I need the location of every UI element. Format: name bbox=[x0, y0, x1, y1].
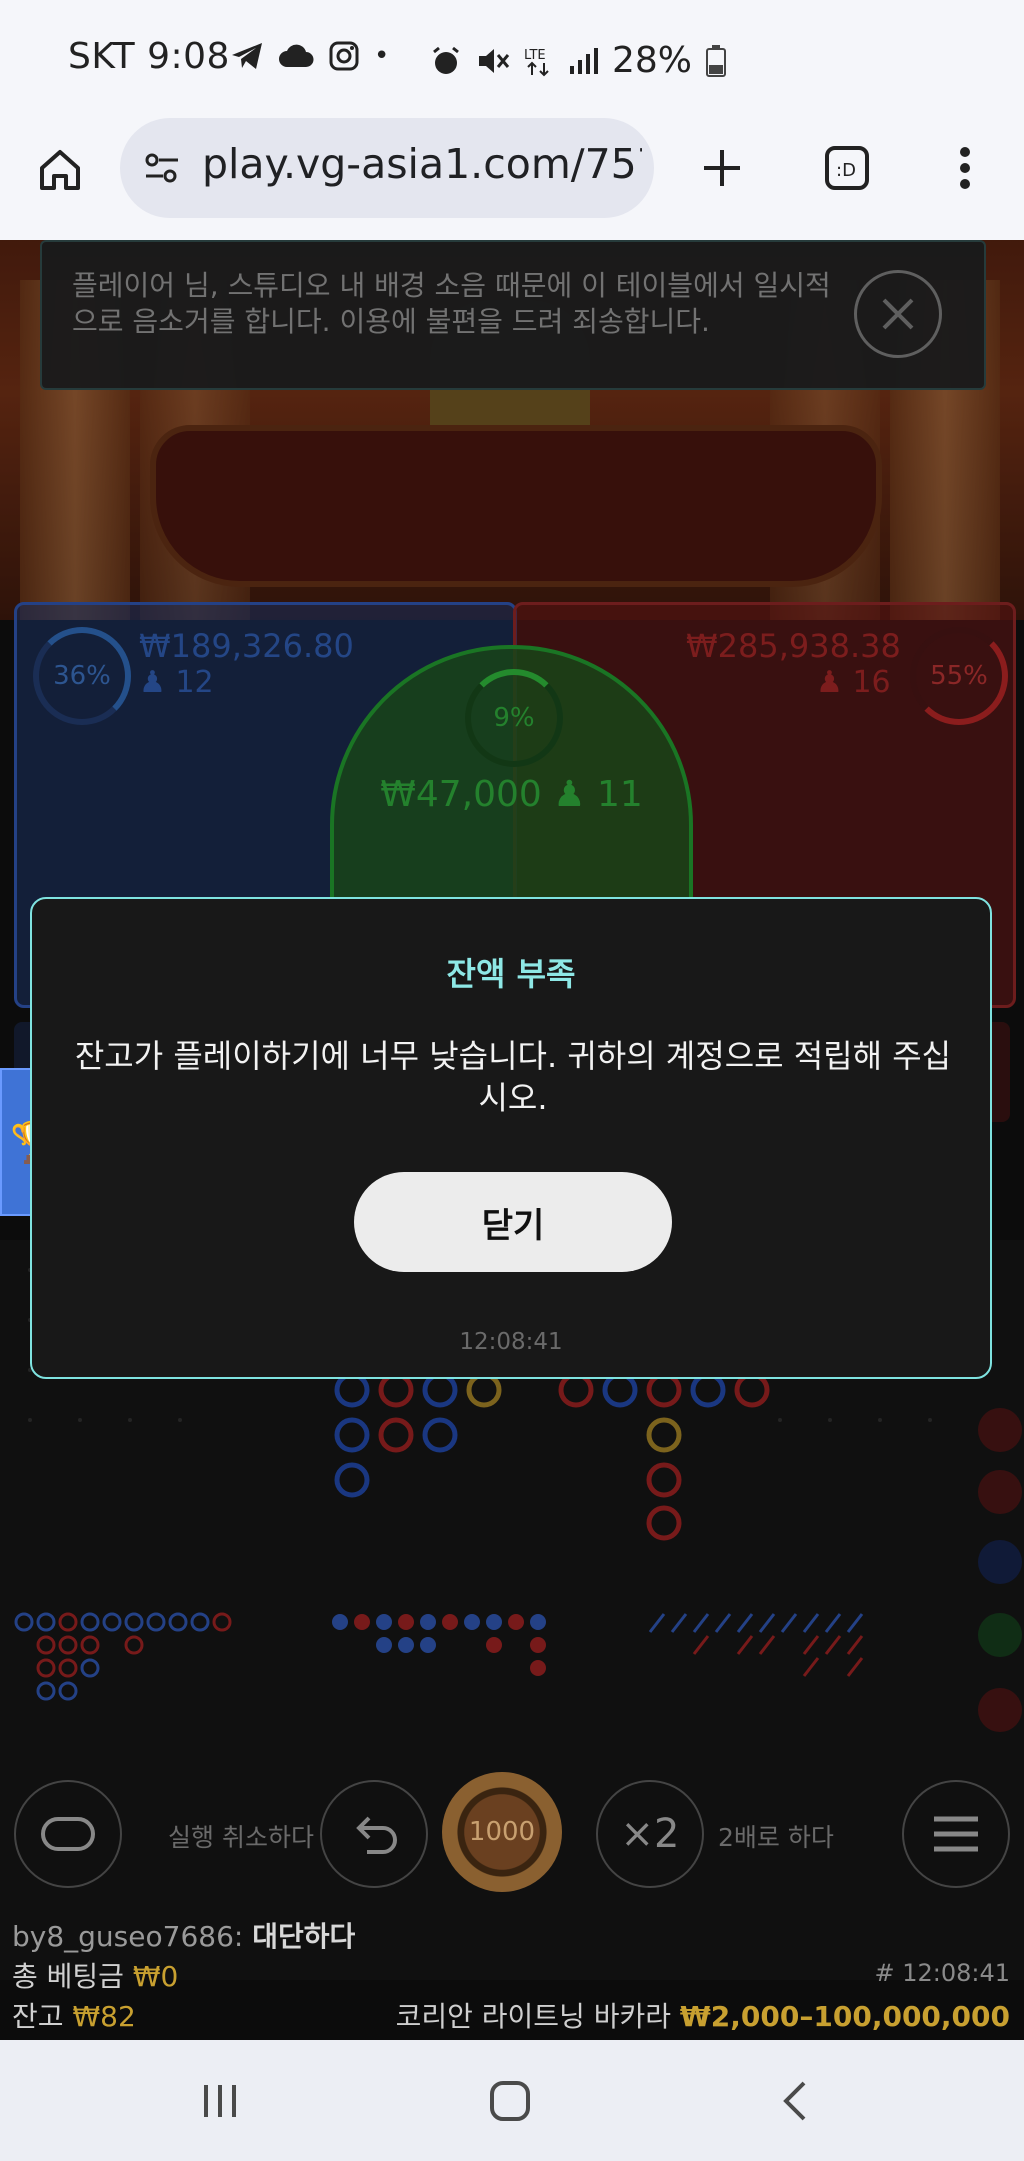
address-bar[interactable]: play.vg-asia1.com/757 bbox=[120, 118, 654, 218]
total-bet-value: ₩0 bbox=[132, 1960, 179, 1993]
more-menu-icon[interactable] bbox=[935, 136, 995, 200]
close-button[interactable]: 닫기 bbox=[354, 1172, 672, 1272]
site-settings-icon bbox=[145, 153, 178, 183]
dot-icon: • bbox=[374, 41, 390, 71]
insufficient-balance-dialog: 잔액 부족 잔고가 플레이하기에 너무 낮습니다. 귀하의 계정으로 적립해 주… bbox=[30, 897, 992, 1379]
tab-switcher-icon[interactable]: :D bbox=[815, 136, 879, 200]
chat-message: 대단하다 bbox=[252, 1920, 356, 1953]
browser-toolbar: play.vg-asia1.com/757 :D bbox=[0, 118, 1024, 241]
balance: 잔고 ₩82 bbox=[12, 1995, 136, 2035]
dialog-title: 잔액 부족 bbox=[446, 955, 576, 993]
chip-selector[interactable]: 1000 bbox=[442, 1772, 562, 1892]
recent-apps-icon[interactable] bbox=[180, 2040, 260, 2161]
round-id: # 12:08:41 bbox=[874, 1959, 1010, 1987]
home-icon[interactable] bbox=[28, 138, 92, 202]
cloud-icon bbox=[279, 44, 314, 67]
game-footer: by8_guseo7686: 대단하다 총 베팅금 ₩0 # 12:08:41 … bbox=[0, 1905, 1024, 2040]
alarm-icon bbox=[433, 46, 459, 74]
svg-text::D: :D bbox=[836, 160, 856, 181]
undo-icon[interactable] bbox=[320, 1780, 428, 1888]
system-icons: LTE 28% bbox=[430, 40, 727, 81]
lte-icon: LTE bbox=[524, 48, 549, 76]
signal-icon bbox=[570, 47, 598, 74]
mute-icon bbox=[479, 48, 510, 73]
home-nav-icon[interactable] bbox=[470, 2040, 550, 2161]
new-tab-icon[interactable] bbox=[690, 136, 754, 200]
double-icon[interactable]: ×2 bbox=[596, 1780, 704, 1888]
url-text[interactable]: play.vg-asia1.com/757 bbox=[202, 140, 642, 188]
status-bar: SKT 9:08 • LTE 28% bbox=[0, 0, 1024, 118]
battery-percent: 28% bbox=[612, 40, 693, 81]
undo-label: 실행 취소하다 bbox=[168, 1823, 314, 1852]
table-limits: ₩2,000–100,000,000 bbox=[679, 2000, 1010, 2033]
instagram-icon bbox=[329, 41, 359, 71]
menu-icon[interactable] bbox=[902, 1780, 1010, 1888]
double-label: 2배로 하다 bbox=[718, 1823, 834, 1852]
total-bet-label: 총 베팅금 bbox=[12, 1960, 124, 1993]
bet-controls: 실행 취소하다 1000 ×2 2배로 하다 bbox=[0, 1772, 1024, 1892]
table-name: 코리안 라이트닝 바카라 bbox=[395, 2000, 672, 2033]
dialog-message: 잔고가 플레이하기에 너무 낮습니다. 귀하의 계정으로 적립해 주십시오. bbox=[74, 1037, 952, 1117]
balance-label: 잔고 bbox=[12, 2000, 64, 2033]
notification-icons: • bbox=[230, 40, 389, 72]
telegram-icon bbox=[232, 43, 262, 69]
table-info: 코리안 라이트닝 바카라 ₩2,000–100,000,000 bbox=[396, 1995, 1010, 2035]
table-view-icon[interactable] bbox=[14, 1780, 122, 1888]
balance-value: ₩82 bbox=[72, 2000, 136, 2033]
svg-text:LTE: LTE bbox=[524, 48, 546, 63]
system-nav-bar bbox=[0, 2040, 1024, 2161]
chat-user: by8_guseo7686: bbox=[12, 1920, 244, 1953]
dialog-timestamp: 12:08:41 bbox=[459, 1329, 563, 1355]
total-bet: 총 베팅금 ₩0 bbox=[12, 1955, 178, 1995]
chat-line: by8_guseo7686: 대단하다 bbox=[12, 1915, 355, 1955]
back-nav-icon[interactable] bbox=[755, 2040, 835, 2161]
battery-icon bbox=[706, 44, 727, 77]
carrier-time: SKT 9:08 bbox=[68, 36, 230, 77]
